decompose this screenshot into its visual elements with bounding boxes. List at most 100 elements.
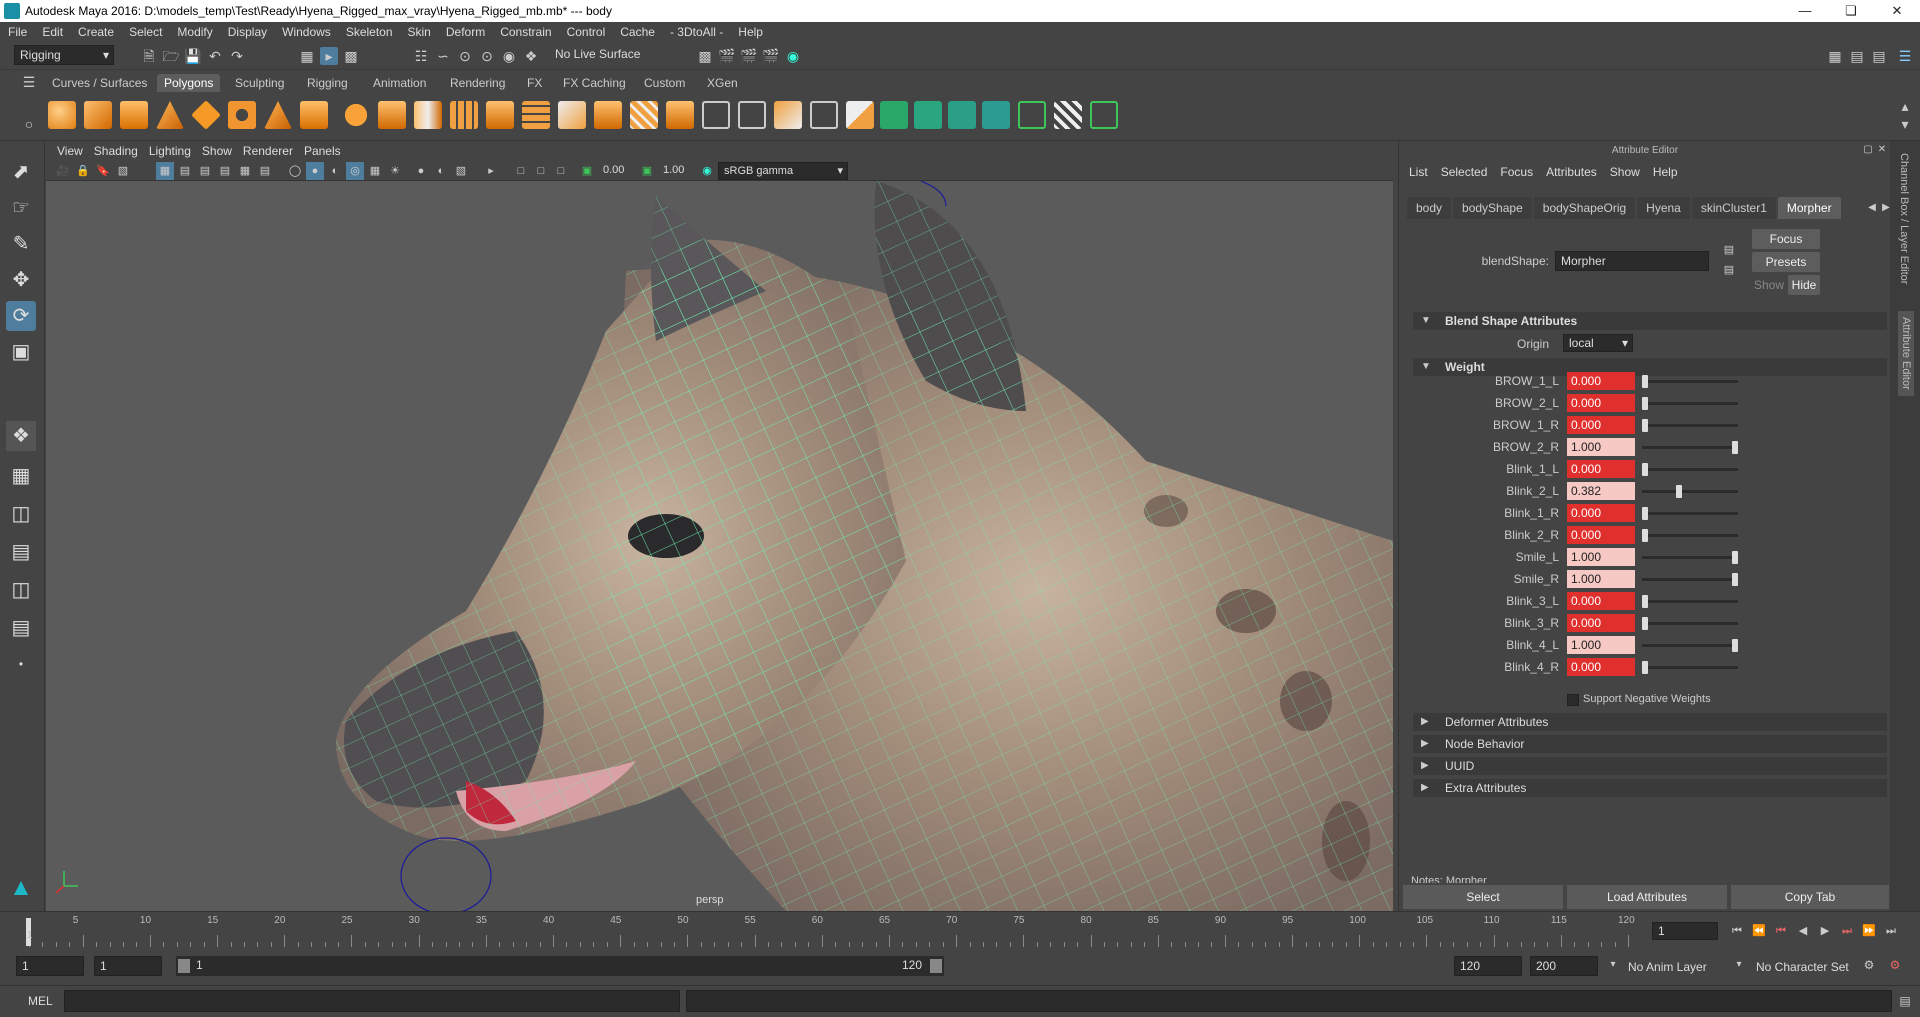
undo-icon[interactable]: ↶ — [206, 47, 224, 65]
lights-icon[interactable]: ☀ — [386, 162, 404, 180]
two-view-layout-icon[interactable]: ◫ — [6, 499, 36, 529]
menu-select[interactable]: Select — [129, 25, 162, 39]
snap-live-icon[interactable]: ❖ — [522, 47, 540, 65]
field-chart-icon[interactable]: ▦ — [236, 162, 254, 180]
preferences-icon[interactable]: ⚙ — [1886, 956, 1904, 974]
menu-deform[interactable]: Deform — [446, 25, 485, 39]
play-forward-icon[interactable]: ▶ — [1816, 922, 1834, 940]
weight-value-field[interactable]: 0.000 — [1567, 372, 1635, 390]
hide-button[interactable]: Hide — [1788, 275, 1820, 295]
menu-control[interactable]: Control — [567, 25, 606, 39]
single-layout-icon[interactable]: ❖ — [6, 421, 36, 451]
default-material-icon[interactable]: ◐ — [326, 162, 344, 180]
ae-menu-show[interactable]: Show — [1610, 165, 1640, 179]
poly-pipe-icon[interactable] — [300, 101, 328, 129]
step-forward-icon[interactable]: ⏩ — [1860, 922, 1878, 940]
anti-aliasing-icon[interactable]: ▧ — [452, 162, 470, 180]
uv-automatic-icon[interactable] — [982, 101, 1010, 129]
script-language-label[interactable]: MEL — [28, 994, 53, 1008]
weight-value-field[interactable]: 0.000 — [1567, 614, 1635, 632]
colorspace-dropdown[interactable]: sRGB gamma ▾ — [718, 162, 848, 180]
more-layouts-icon[interactable]: • — [6, 649, 36, 679]
open-scene-icon[interactable]: 🗁 — [162, 47, 180, 65]
select-hierarchy-icon[interactable]: ▦ — [298, 47, 316, 65]
weight-slider-handle[interactable] — [1642, 375, 1648, 388]
playback-end-field[interactable]: 120 — [1454, 956, 1522, 976]
weight-slider-track[interactable] — [1642, 490, 1738, 493]
weight-slider-track[interactable] — [1642, 644, 1738, 647]
weight-slider-track[interactable] — [1642, 622, 1738, 625]
tab-rendering[interactable]: Rendering — [443, 74, 512, 92]
bridge-icon[interactable] — [522, 101, 550, 129]
textured-icon[interactable]: ▦ — [366, 162, 384, 180]
tab-curves-surfaces[interactable]: Curves / Surfaces — [45, 74, 154, 92]
xray-icon[interactable]: □ — [512, 162, 530, 180]
new-scene-icon[interactable]: 🗎 — [140, 47, 158, 65]
weight-slider-handle[interactable] — [1676, 485, 1683, 498]
mirror-icon[interactable] — [414, 101, 442, 129]
next-key-icon[interactable]: ⏭ — [1838, 922, 1856, 940]
shelf-menu-icon[interactable]: ☰ — [20, 73, 38, 91]
safe-action-icon[interactable]: ▤ — [256, 162, 274, 180]
wireframe-on-shaded-icon[interactable]: ◎ — [346, 162, 364, 180]
multi-cut-icon[interactable] — [558, 101, 586, 129]
xray-components-icon[interactable]: □ — [552, 162, 570, 180]
live-surface-label[interactable]: No Live Surface — [550, 45, 645, 65]
weight-slider-handle[interactable] — [1642, 419, 1648, 432]
tab-bodyshape[interactable]: bodyShape — [1453, 197, 1532, 219]
animation-end-field[interactable]: 200 — [1530, 956, 1598, 976]
weight-slider-track[interactable] — [1642, 600, 1738, 603]
shadows-icon[interactable]: ● — [412, 162, 430, 180]
animation-start-field[interactable]: 1 — [16, 956, 84, 976]
modeling-toolkit-icon[interactable]: ▦ — [1826, 47, 1844, 65]
menu-help[interactable]: Help — [738, 25, 763, 39]
command-input[interactable] — [64, 990, 680, 1012]
menu-display[interactable]: Display — [228, 25, 267, 39]
auto-key-icon[interactable]: ⚙ — [1860, 956, 1878, 974]
script-editor-icon[interactable]: ▤ — [1896, 992, 1914, 1010]
hypershade-icon[interactable]: ◉ — [784, 47, 802, 65]
weight-value-field[interactable]: 1.000 — [1567, 548, 1635, 566]
weight-slider-track[interactable] — [1642, 556, 1738, 559]
ae-menu-help[interactable]: Help — [1653, 165, 1678, 179]
poly-sphere-icon[interactable] — [48, 101, 76, 129]
smooth-icon[interactable] — [450, 101, 478, 129]
shelf-scroll-up-icon[interactable]: ▴ — [1896, 97, 1914, 115]
ae-menu-focus[interactable]: Focus — [1500, 165, 1533, 179]
image-plane-icon[interactable]: ▧ — [114, 162, 132, 180]
weight-value-field[interactable]: 0.000 — [1567, 394, 1635, 412]
tab-morpher[interactable]: Morpher — [1777, 197, 1841, 219]
weight-slider-track[interactable] — [1642, 468, 1738, 471]
go-to-end-icon[interactable]: ⏭ — [1882, 922, 1900, 940]
target-weld-icon[interactable] — [630, 101, 658, 129]
camera-lock-icon[interactable]: 🔒 — [74, 162, 92, 180]
vp-menu-renderer[interactable]: Renderer — [243, 144, 293, 158]
section-blend-shape-attributes[interactable]: ▼ Blend Shape Attributes — [1413, 312, 1887, 330]
bookmark-icon[interactable]: 🔖 — [94, 162, 112, 180]
wireframe-icon[interactable]: ◯ — [286, 162, 304, 180]
weight-slider-handle[interactable] — [1642, 661, 1648, 674]
section-extra-attributes[interactable]: ▶ Extra Attributes — [1413, 779, 1887, 797]
play-backward-icon[interactable]: ◀ — [1794, 922, 1812, 940]
uv-spherical-icon[interactable] — [948, 101, 976, 129]
poly-torus-icon[interactable] — [228, 101, 256, 129]
tab-bodyshapeorig[interactable]: bodyShapeOrig — [1533, 197, 1636, 219]
ae-menu-list[interactable]: List — [1409, 165, 1428, 179]
channel-box-toggle-icon[interactable]: ▤ — [1848, 47, 1866, 65]
insert-edge-loop-icon[interactable] — [666, 101, 694, 129]
tab-animation[interactable]: Animation — [366, 74, 433, 92]
tool-settings-toggle-icon[interactable]: ☰ — [1896, 47, 1914, 65]
ipr-render-icon[interactable]: 🎬 — [762, 47, 780, 65]
gamma-field[interactable]: 1.00 — [658, 162, 696, 180]
weight-value-field[interactable]: 1.000 — [1567, 438, 1635, 456]
tab-hyena[interactable]: Hyena — [1637, 197, 1690, 219]
maximize-button[interactable]: ❏ — [1828, 0, 1874, 22]
menu-windows[interactable]: Windows — [282, 25, 331, 39]
weight-value-field[interactable]: 1.000 — [1567, 570, 1635, 588]
tab-custom[interactable]: Custom — [637, 74, 692, 92]
weight-value-field[interactable]: 1.000 — [1567, 636, 1635, 654]
resolution-gate-icon[interactable]: ▤ — [196, 162, 214, 180]
close-panel-icon[interactable]: ✕ — [1873, 141, 1891, 159]
uv-editor-icon[interactable] — [1018, 101, 1046, 129]
focus-button[interactable]: Focus — [1752, 229, 1820, 249]
